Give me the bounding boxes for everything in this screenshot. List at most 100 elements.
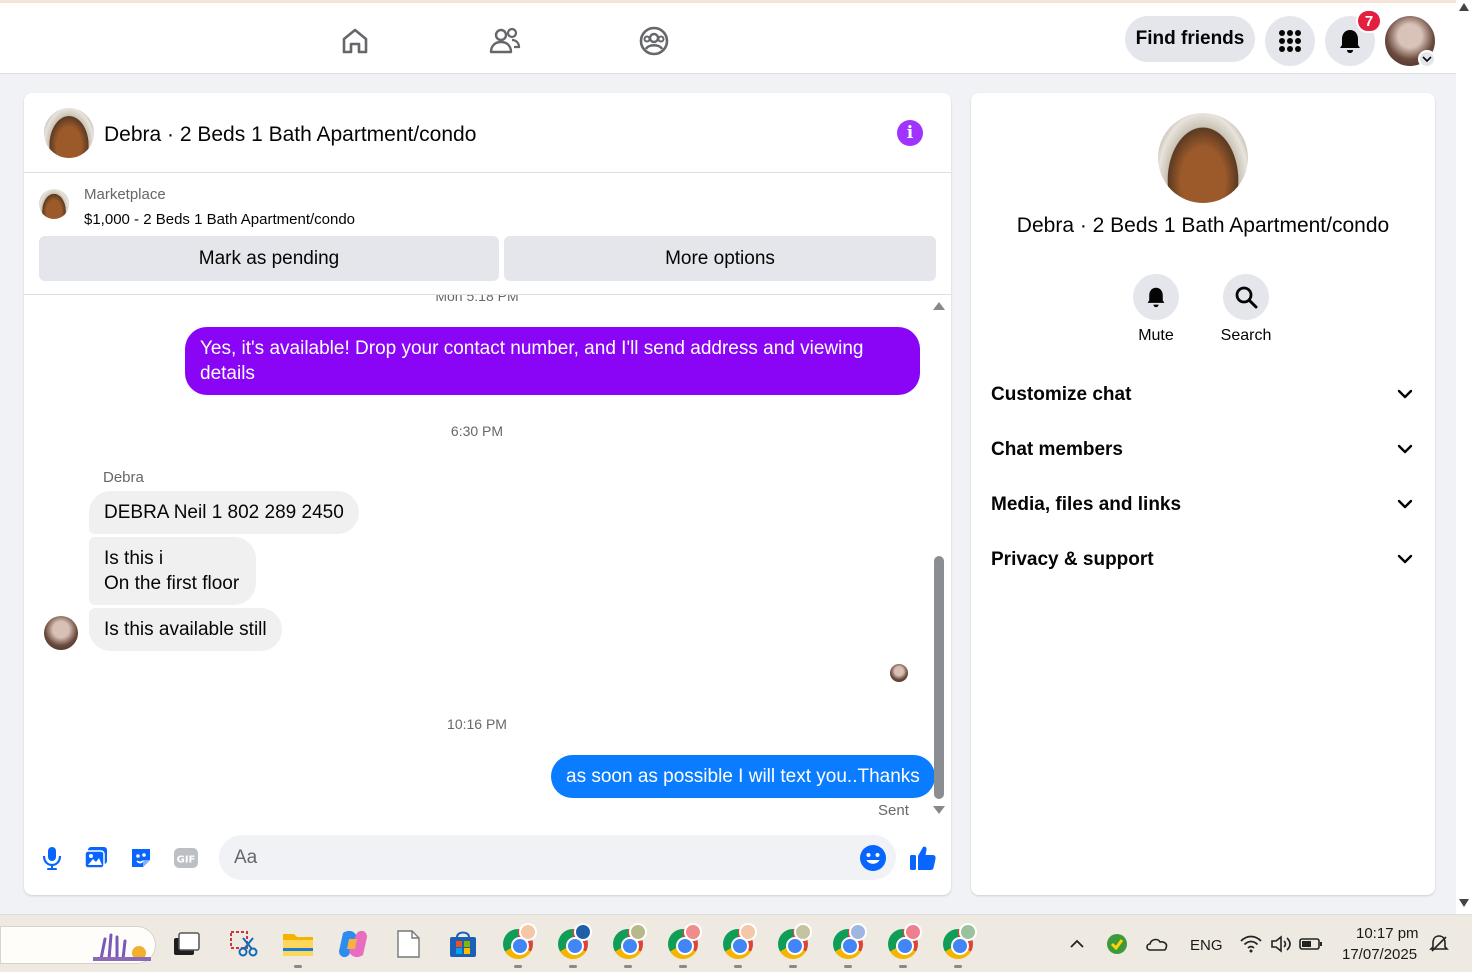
chat-panel: Debra · 2 Beds 1 Bath Apartment/condo i … [24, 93, 951, 895]
mute-label: Mute [1138, 327, 1174, 344]
chrome-icon[interactable] [611, 923, 647, 961]
clock-time[interactable]: 10:17 pm [1356, 925, 1419, 942]
chrome-icon[interactable] [666, 923, 702, 961]
page-scrollbar[interactable] [1456, 0, 1472, 914]
task-view-icon[interactable] [169, 927, 203, 961]
chat-info-panel: Debra · 2 Beds 1 Bath Apartment/condo Mu… [971, 93, 1435, 895]
scroll-up-arrow[interactable] [933, 302, 945, 310]
scroll-down-arrow[interactable] [933, 806, 945, 814]
wifi-icon[interactable] [1236, 927, 1266, 961]
copilot-icon[interactable] [336, 927, 370, 961]
chevron-down-icon [1397, 499, 1413, 509]
groups-icon[interactable] [632, 19, 676, 63]
home-icon[interactable] [333, 19, 377, 63]
clock-date[interactable]: 17/07/2025 [1342, 946, 1417, 963]
running-indicator [679, 965, 687, 968]
microsoft-store-icon[interactable] [446, 927, 480, 961]
media-files-links-section[interactable]: Media, files and links [971, 480, 1435, 530]
marketplace-listing-thumbnail[interactable] [39, 189, 69, 219]
message-line: On the first floor [104, 573, 240, 594]
file-explorer-icon[interactable] [281, 927, 315, 961]
top-navigation-bar: Find friends 7 [0, 0, 1456, 74]
incoming-message[interactable]: Is this available still [89, 608, 282, 651]
sender-avatar[interactable] [44, 616, 78, 650]
chevron-up-icon[interactable] [1060, 927, 1094, 961]
onedrive-cloud-icon[interactable] [1140, 927, 1174, 961]
chevron-down-icon [1397, 389, 1413, 399]
chrome-icon[interactable] [776, 923, 812, 961]
running-indicator [734, 965, 742, 968]
message-scrollbar[interactable] [933, 298, 945, 818]
privacy-support-section[interactable]: Privacy & support [971, 535, 1435, 585]
friends-icon[interactable] [483, 19, 527, 63]
message-input[interactable] [219, 835, 896, 880]
snipping-tool-icon[interactable] [226, 927, 260, 961]
info-title: Debra · 2 Beds 1 Bath Apartment/condo [1016, 214, 1390, 237]
outgoing-message[interactable]: Yes, it's available! Drop your contact n… [185, 327, 920, 395]
microphone-icon[interactable] [37, 843, 67, 873]
find-friends-button[interactable]: Find friends [1125, 16, 1255, 62]
running-indicator [844, 965, 852, 968]
thumbs-up-icon[interactable] [908, 843, 938, 873]
notification-center-icon[interactable] [1424, 927, 1454, 961]
sent-status: Sent [878, 802, 909, 819]
chat-header: Debra · 2 Beds 1 Bath Apartment/condo i [24, 93, 951, 173]
gif-icon[interactable]: GIF [171, 843, 201, 873]
mute-button[interactable] [1133, 274, 1179, 320]
chrome-icon[interactable] [886, 923, 922, 961]
search-label: Search [1220, 327, 1272, 344]
chrome-icon[interactable] [556, 923, 592, 961]
timestamp: 10:16 PM [447, 716, 507, 732]
taskbar-search-box[interactable] [0, 926, 156, 964]
section-label: Media, files and links [991, 494, 1182, 515]
running-indicator [569, 965, 577, 968]
info-icon[interactable]: i [897, 120, 923, 146]
scroll-down-arrow[interactable] [1459, 899, 1469, 907]
marketplace-listing-title[interactable]: $1,000 - 2 Beds 1 Bath Apartment/condo [84, 211, 355, 228]
search-button[interactable] [1223, 274, 1269, 320]
lavender-widget-icon [93, 933, 151, 961]
chrome-icon[interactable] [501, 923, 537, 961]
message-list[interactable]: Mon 5:18 PM Yes, it's available! Drop yo… [24, 295, 951, 827]
incoming-message[interactable]: Is this i On the first floor [89, 537, 256, 605]
search-icon [1235, 286, 1258, 309]
message-line: Is this i [104, 548, 164, 569]
notification-count-badge: 7 [1356, 9, 1382, 33]
chrome-icon[interactable] [941, 923, 977, 961]
chevron-down-icon [1397, 554, 1413, 564]
photo-icon[interactable] [81, 843, 111, 873]
running-indicator [789, 965, 797, 968]
document-icon[interactable] [391, 927, 425, 961]
chrome-icon[interactable] [831, 923, 867, 961]
menu-grid-icon[interactable] [1265, 16, 1315, 66]
section-label: Customize chat [991, 384, 1132, 405]
battery-icon[interactable] [1296, 927, 1326, 961]
running-indicator [624, 965, 632, 968]
outgoing-message[interactable]: as soon as possible I will text you..Tha… [551, 755, 935, 798]
chevron-down-icon [1397, 444, 1413, 454]
scroll-up-arrow[interactable] [1459, 3, 1469, 11]
chat-members-section[interactable]: Chat members [971, 425, 1435, 475]
customize-chat-section[interactable]: Customize chat [971, 370, 1435, 420]
marketplace-label: Marketplace [84, 186, 166, 203]
listing-avatar[interactable] [44, 108, 94, 158]
emoji-icon[interactable] [858, 843, 888, 873]
section-label: Chat members [991, 439, 1123, 460]
timestamp: Mon 5:18 PM [435, 295, 519, 304]
chrome-icon[interactable] [721, 923, 757, 961]
language-indicator[interactable]: ENG [1190, 937, 1223, 954]
chevron-down-icon[interactable] [1418, 50, 1436, 68]
incoming-message[interactable]: DEBRA Neil 1 802 289 2450 [89, 491, 359, 534]
scroll-thumb[interactable] [934, 556, 944, 799]
volume-icon[interactable] [1266, 927, 1296, 961]
mark-as-pending-button[interactable]: Mark as pending [39, 236, 499, 281]
section-label: Privacy & support [991, 549, 1154, 570]
chat-title[interactable]: Debra · 2 Beds 1 Bath Apartment/condo [104, 123, 476, 147]
vpn-shield-icon[interactable] [1100, 927, 1134, 961]
sticker-icon[interactable] [126, 843, 156, 873]
running-indicator [294, 965, 302, 968]
more-options-button[interactable]: More options [504, 236, 936, 281]
listing-avatar-large[interactable] [1158, 113, 1248, 203]
windows-taskbar: ENG 10:17 pm 17/07/2025 [0, 914, 1472, 972]
gif-label: GIF [177, 855, 196, 866]
